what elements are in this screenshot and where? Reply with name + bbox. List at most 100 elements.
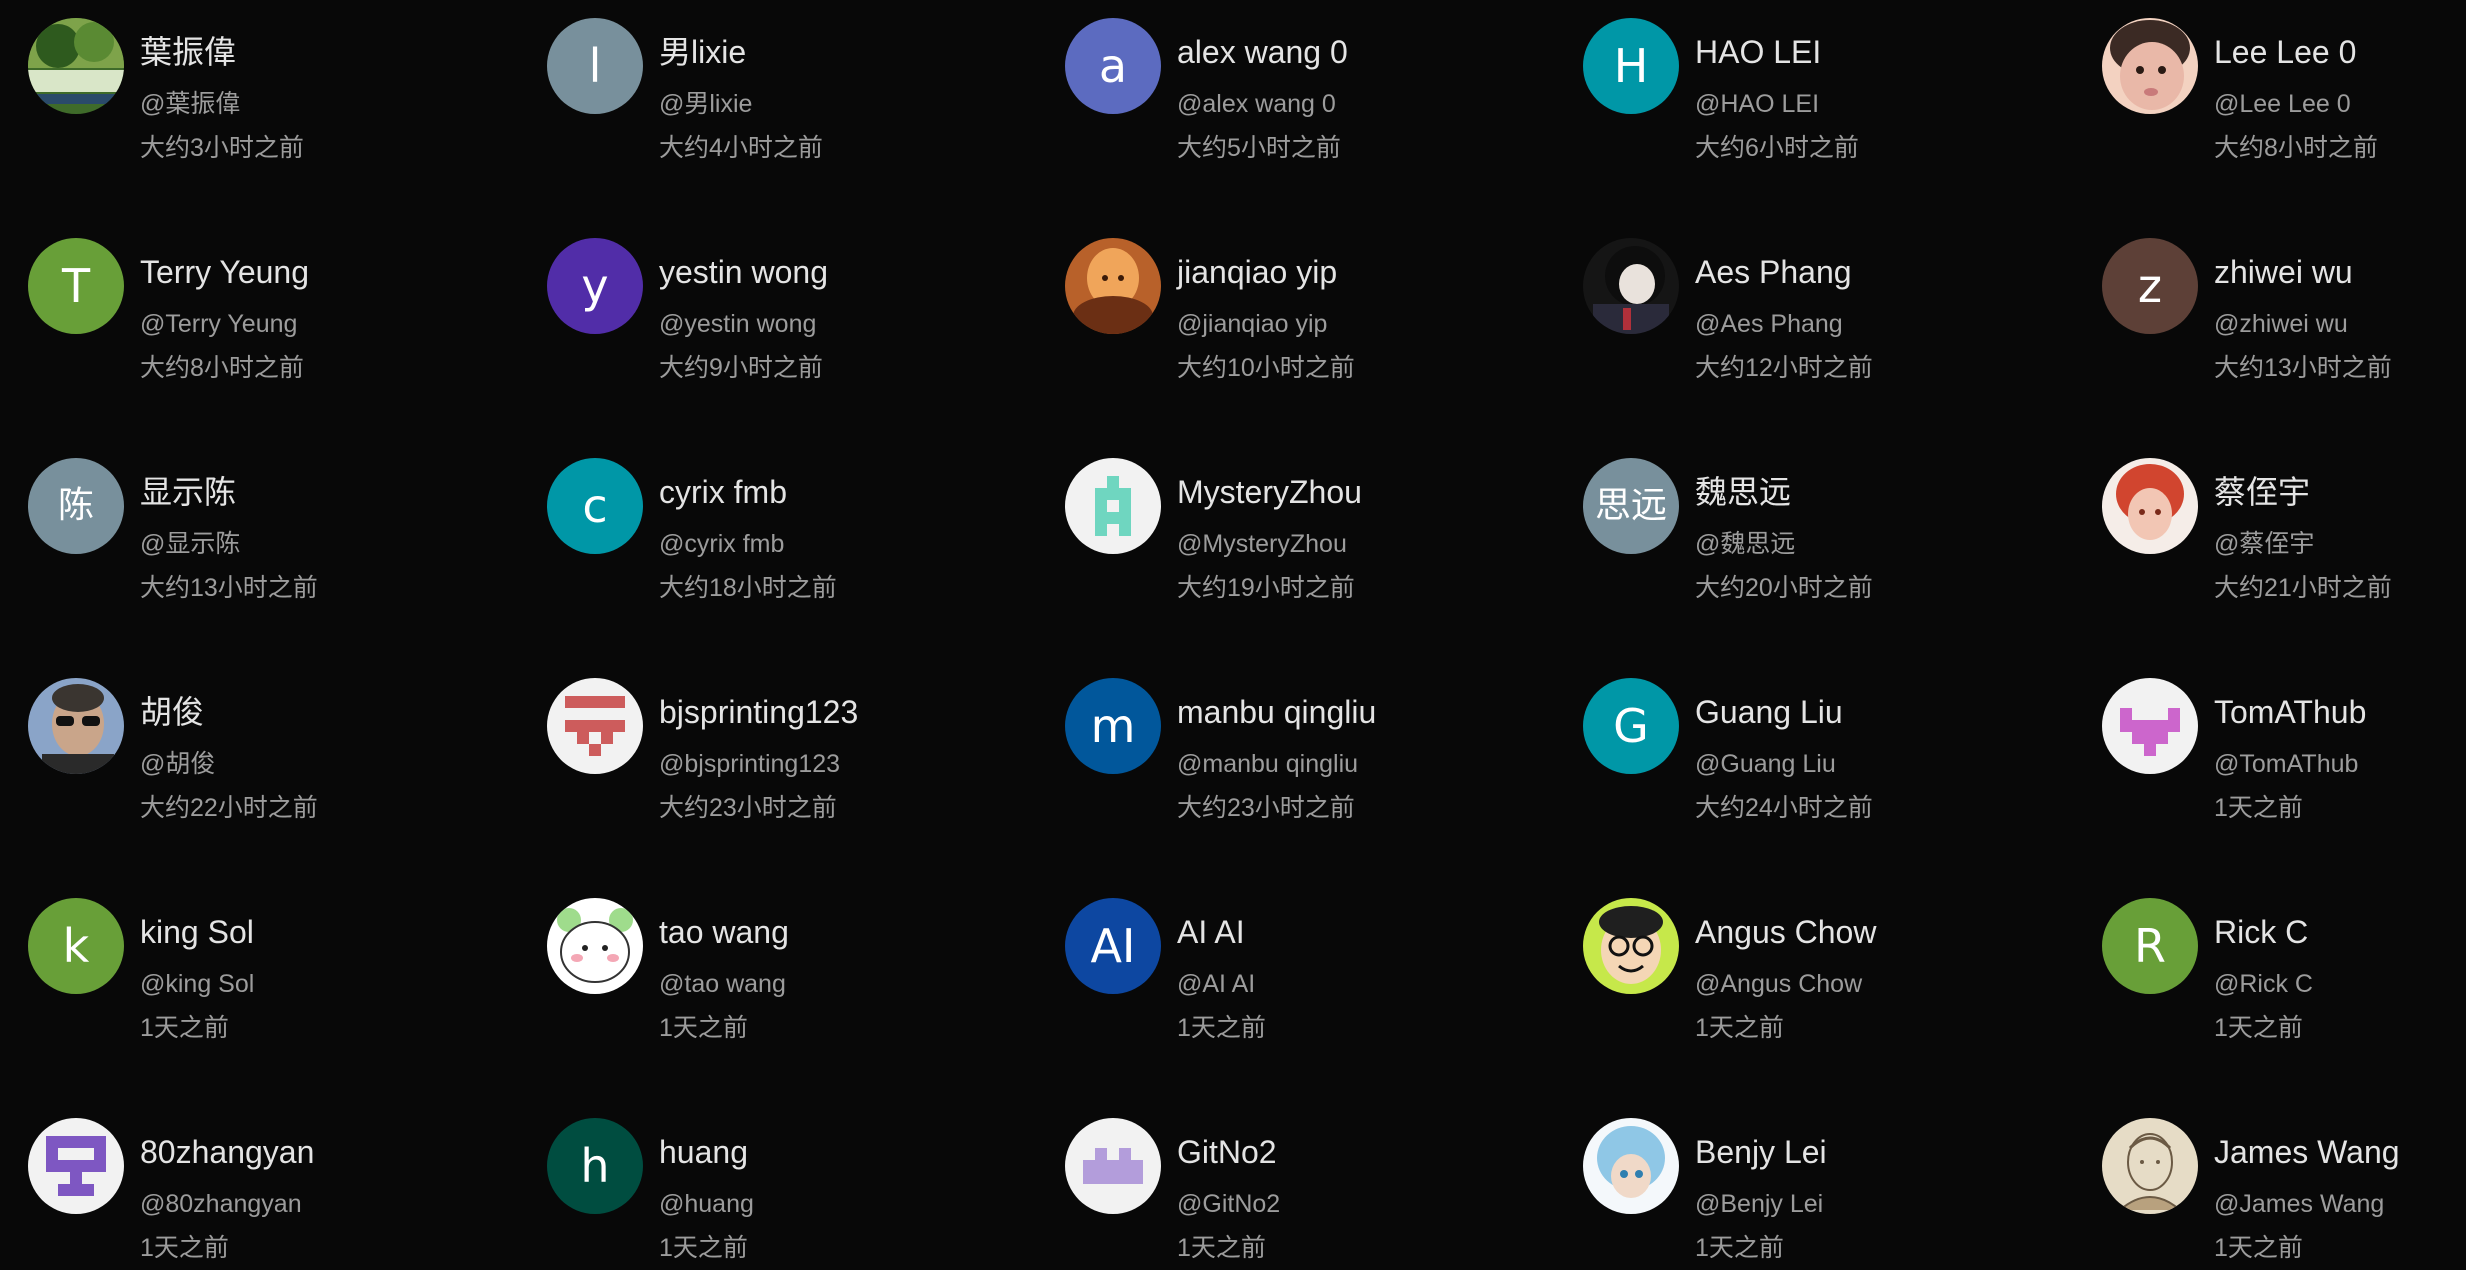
user-card[interactable]: h huang @huang 1天之前 xyxy=(547,1118,1047,1270)
avatar[interactable] xyxy=(2102,18,2198,114)
user-name[interactable]: GitNo2 xyxy=(1177,1136,1277,1168)
user-name[interactable]: 男lixie xyxy=(659,36,746,68)
user-name[interactable]: Aes Phang xyxy=(1695,256,1852,288)
user-name[interactable]: Lee Lee 0 xyxy=(2214,36,2356,68)
user-name[interactable]: yestin wong xyxy=(659,256,828,288)
user-name[interactable]: Rick C xyxy=(2214,916,2308,948)
user-card[interactable]: z zhiwei wu @zhiwei wu 大约13小时之前 xyxy=(2102,238,2466,398)
user-name[interactable]: 显示陈 xyxy=(140,476,236,508)
user-card[interactable]: 葉振偉 @葉振偉 大约3小时之前 xyxy=(28,18,528,178)
user-card[interactable]: y yestin wong @yestin wong 大约9小时之前 xyxy=(547,238,1047,398)
avatar[interactable]: R xyxy=(2102,898,2198,994)
user-name[interactable]: Guang Liu xyxy=(1695,696,1843,728)
user-card[interactable]: GitNo2 @GitNo2 1天之前 xyxy=(1065,1118,1565,1270)
user-name[interactable]: 80zhangyan xyxy=(140,1136,314,1168)
relative-time: 大约12小时之前 xyxy=(1695,354,1873,382)
avatar[interactable]: G xyxy=(1583,678,1679,774)
avatar[interactable] xyxy=(547,678,643,774)
user-card[interactable]: R Rick C @Rick C 1天之前 xyxy=(2102,898,2466,1058)
user-card[interactable]: jianqiao yip @jianqiao yip 大约10小时之前 xyxy=(1065,238,1565,398)
avatar[interactable] xyxy=(2102,1118,2198,1214)
user-card[interactable]: Angus Chow @Angus Chow 1天之前 xyxy=(1583,898,2083,1058)
avatar[interactable]: c xyxy=(547,458,643,554)
avatar[interactable] xyxy=(1583,238,1679,334)
user-name[interactable]: alex wang 0 xyxy=(1177,36,1348,68)
user-card[interactable]: 陈 显示陈 @显示陈 大约13小时之前 xyxy=(28,458,528,618)
user-name[interactable]: 蔡侄宇 xyxy=(2214,476,2310,508)
user-name[interactable]: AI AI xyxy=(1177,916,1245,948)
avatar[interactable]: 陈 xyxy=(28,458,124,554)
avatar[interactable]: a xyxy=(1065,18,1161,114)
user-card[interactable]: a alex wang 0 @alex wang 0 大约5小时之前 xyxy=(1065,18,1565,178)
avatar[interactable] xyxy=(1583,898,1679,994)
user-card[interactable]: T Terry Yeung @Terry Yeung 大约8小时之前 xyxy=(28,238,528,398)
avatar[interactable] xyxy=(28,18,124,114)
user-card[interactable]: Benjy Lei @Benjy Lei 1天之前 xyxy=(1583,1118,2083,1270)
avatar[interactable] xyxy=(1065,458,1161,554)
avatar[interactable]: AI xyxy=(1065,898,1161,994)
user-name[interactable]: Angus Chow xyxy=(1695,916,1876,948)
user-card[interactable]: 胡俊 @胡俊 大约22小时之前 xyxy=(28,678,528,838)
user-card[interactable]: Aes Phang @Aes Phang 大约12小时之前 xyxy=(1583,238,2083,398)
user-card[interactable]: MysteryZhou @MysteryZhou 大约19小时之前 xyxy=(1065,458,1565,618)
user-card[interactable]: 80zhangyan @80zhangyan 1天之前 xyxy=(28,1118,528,1270)
user-handle: @GitNo2 xyxy=(1177,1190,1281,1218)
avatar[interactable] xyxy=(28,678,124,774)
user-name[interactable]: MysteryZhou xyxy=(1177,476,1362,508)
user-card[interactable]: TomAThub @TomAThub 1天之前 xyxy=(2102,678,2466,838)
avatar[interactable] xyxy=(28,1118,124,1214)
user-name[interactable]: Benjy Lei xyxy=(1695,1136,1827,1168)
user-name[interactable]: 魏思远 xyxy=(1695,476,1791,508)
user-name[interactable]: huang xyxy=(659,1136,748,1168)
avatar[interactable] xyxy=(1065,1118,1161,1214)
user-card[interactable]: c cyrix fmb @cyrix fmb 大约18小时之前 xyxy=(547,458,1047,618)
user-name[interactable]: HAO LEI xyxy=(1695,36,1821,68)
user-name[interactable]: manbu qingliu xyxy=(1177,696,1376,728)
user-name[interactable]: zhiwei wu xyxy=(2214,256,2353,288)
user-card[interactable]: k king Sol @king Sol 1天之前 xyxy=(28,898,528,1058)
user-card[interactable]: l 男lixie @男lixie 大约4小时之前 xyxy=(547,18,1047,178)
relative-time: 大约13小时之前 xyxy=(2214,354,2392,382)
relative-time: 大约8小时之前 xyxy=(140,354,304,382)
user-name[interactable]: tao wang xyxy=(659,916,789,948)
avatar[interactable] xyxy=(2102,678,2198,774)
user-card[interactable]: tao wang @tao wang 1天之前 xyxy=(547,898,1047,1058)
avatar[interactable]: H xyxy=(1583,18,1679,114)
user-name[interactable]: 葉振偉 xyxy=(140,36,236,68)
user-card[interactable]: m manbu qingliu @manbu qingliu 大约23小时之前 xyxy=(1065,678,1565,838)
avatar[interactable]: m xyxy=(1065,678,1161,774)
user-card[interactable]: G Guang Liu @Guang Liu 大约24小时之前 xyxy=(1583,678,2083,838)
user-card[interactable]: bjsprinting123 @bjsprinting123 大约23小时之前 xyxy=(547,678,1047,838)
user-name[interactable]: Terry Yeung xyxy=(140,256,309,288)
anime-bluehair-avatar xyxy=(1583,1118,1679,1214)
user-name[interactable]: jianqiao yip xyxy=(1177,256,1337,288)
avatar[interactable]: y xyxy=(547,238,643,334)
avatar-letter: R xyxy=(2134,919,2166,973)
user-handle: @蔡侄宇 xyxy=(2214,530,2315,558)
avatar[interactable] xyxy=(1065,238,1161,334)
user-name[interactable]: 胡俊 xyxy=(140,696,204,728)
avatar[interactable]: T xyxy=(28,238,124,334)
avatar[interactable]: z xyxy=(2102,238,2198,334)
avatar-letter: AI xyxy=(1090,919,1136,973)
avatar[interactable]: l xyxy=(547,18,643,114)
avatar[interactable] xyxy=(1583,1118,1679,1214)
user-card[interactable]: 蔡侄宇 @蔡侄宇 大约21小时之前 xyxy=(2102,458,2466,618)
avatar[interactable] xyxy=(2102,458,2198,554)
avatar[interactable]: h xyxy=(547,1118,643,1214)
user-name[interactable]: James Wang xyxy=(2214,1136,2400,1168)
user-card[interactable]: AI AI AI @AI AI 1天之前 xyxy=(1065,898,1565,1058)
avatar[interactable] xyxy=(547,898,643,994)
user-card[interactable]: James Wang @James Wang 1天之前 xyxy=(2102,1118,2466,1270)
avatar[interactable]: 思远 xyxy=(1583,458,1679,554)
user-card[interactable]: H HAO LEI @HAO LEI 大约6小时之前 xyxy=(1583,18,2083,178)
user-card[interactable]: 思远 魏思远 @魏思远 大约20小时之前 xyxy=(1583,458,2083,618)
avatar[interactable]: k xyxy=(28,898,124,994)
user-name[interactable]: cyrix fmb xyxy=(659,476,787,508)
user-name[interactable]: bjsprinting123 xyxy=(659,696,858,728)
relative-time: 1天之前 xyxy=(1177,1014,1266,1042)
user-card[interactable]: Lee Lee 0 @Lee Lee 0 大约8小时之前 xyxy=(2102,18,2466,178)
user-name[interactable]: king Sol xyxy=(140,916,254,948)
relative-time: 大约5小时之前 xyxy=(1177,134,1341,162)
user-name[interactable]: TomAThub xyxy=(2214,696,2366,728)
